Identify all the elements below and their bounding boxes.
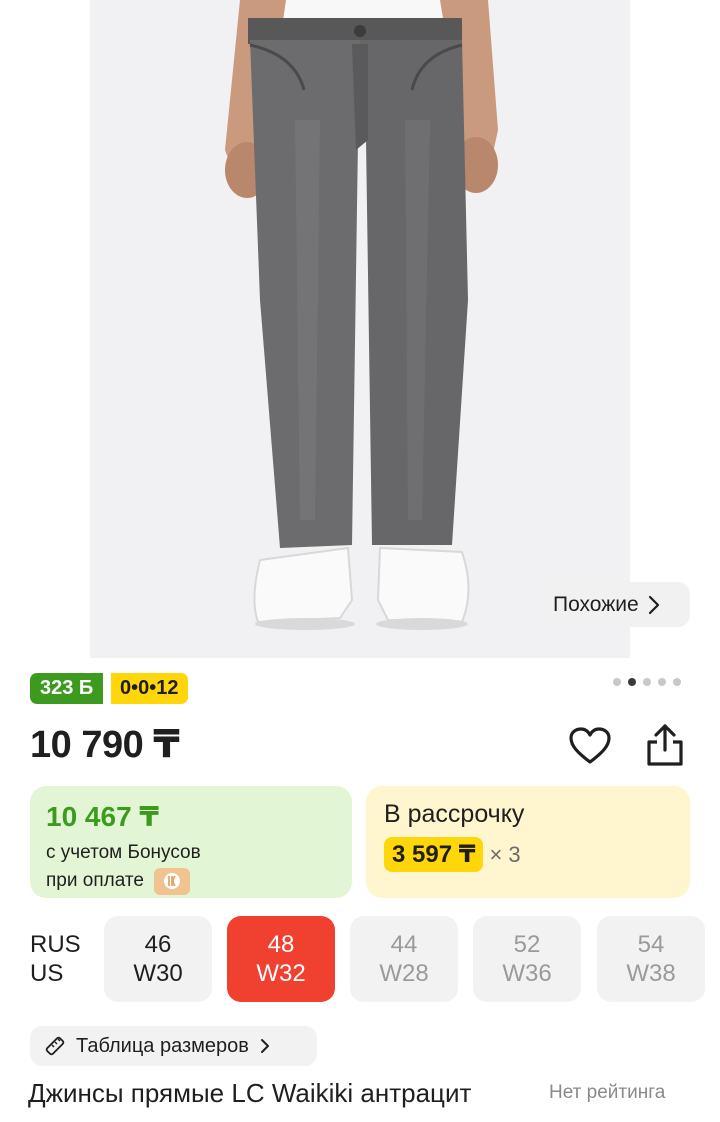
bonus-caption-line2: при оплате xyxy=(46,867,336,895)
size-rus: 46 xyxy=(144,931,172,958)
size-option-54[interactable]: 54 W38 xyxy=(597,916,705,1002)
size-us: W28 xyxy=(379,960,429,987)
pagination-dot[interactable] xyxy=(643,678,651,686)
pagination-dot[interactable] xyxy=(613,678,621,686)
size-table-label: Таблица размеров xyxy=(76,1034,249,1057)
product-title: Джинсы прямые LC Waikiki антрацит xyxy=(28,1078,472,1108)
size-option-48-selected[interactable]: 48 W32 xyxy=(227,916,335,1002)
pagination-dot-active[interactable] xyxy=(628,678,636,686)
similar-button[interactable]: Похожие xyxy=(540,582,690,627)
installment-badge: 0•0•12 xyxy=(111,673,188,704)
share-icon[interactable] xyxy=(643,722,687,768)
size-label-us: US xyxy=(30,960,64,987)
heart-icon[interactable] xyxy=(568,726,612,766)
pagination-dot[interactable] xyxy=(673,678,681,686)
bonus-caption-text: при оплате xyxy=(46,870,144,891)
installment-multiplier: × 3 xyxy=(489,841,521,867)
product-price: 10 790 ₸ xyxy=(30,724,180,766)
chevron-right-icon xyxy=(648,595,659,614)
jeans-illustration xyxy=(90,0,630,658)
payment-app-icon xyxy=(153,867,190,895)
bonus-price-card[interactable]: 10 467 ₸ с учетом Бонусов при оплате xyxy=(30,786,352,898)
size-us: W32 xyxy=(256,960,306,987)
size-us: W38 xyxy=(626,960,676,987)
size-option-52[interactable]: 52 W36 xyxy=(473,916,581,1002)
size-table-button[interactable]: Таблица размеров xyxy=(30,1026,317,1066)
size-us: W30 xyxy=(133,960,183,987)
size-rus: 54 xyxy=(637,931,665,958)
size-option-44[interactable]: 44 W28 xyxy=(350,916,458,1002)
bonus-caption-line1: с учетом Бонусов xyxy=(46,842,201,863)
size-system-labels: RUS US xyxy=(30,930,81,988)
bonus-points-badge: 323 Б xyxy=(30,673,104,704)
installment-row: 3 597 ₸ × 3 xyxy=(384,837,672,872)
size-rus: 52 xyxy=(513,931,541,958)
size-rus: 44 xyxy=(390,931,418,958)
pagination-dot[interactable] xyxy=(658,678,666,686)
bonus-price: 10 467 ₸ xyxy=(46,801,159,832)
installment-card[interactable]: В рассрочку 3 597 ₸ × 3 xyxy=(366,786,690,898)
product-gallery[interactable]: Похожие xyxy=(0,0,720,660)
size-rus: 48 xyxy=(267,931,295,958)
chevron-right-icon xyxy=(260,1039,269,1053)
installment-title: В рассрочку xyxy=(384,800,525,828)
size-us: W36 xyxy=(502,960,552,987)
product-photo[interactable] xyxy=(90,0,630,658)
product-rating[interactable]: Нет рейтинга xyxy=(549,1082,665,1104)
size-option-46[interactable]: 46 W30 xyxy=(104,916,212,1002)
ruler-icon xyxy=(45,1036,65,1056)
gallery-pagination xyxy=(613,678,681,686)
installment-monthly-price: 3 597 ₸ xyxy=(384,837,484,872)
size-label-rus: RUS xyxy=(30,931,81,958)
similar-label: Похожие xyxy=(553,592,639,616)
